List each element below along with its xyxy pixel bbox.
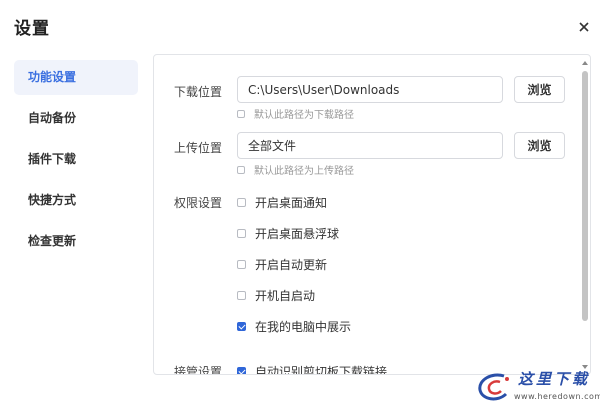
takeover-settings-label: 接管设置	[174, 365, 223, 375]
watermark-logo-icon	[478, 373, 509, 401]
scroll-up-arrow-icon[interactable]	[582, 61, 588, 65]
download-location-label: 下载位置	[174, 85, 223, 99]
panel-scrollbar[interactable]	[581, 61, 589, 369]
sidebar-item-plugin-download[interactable]: 插件下载	[14, 142, 138, 177]
sidebar-item-shortcuts[interactable]: 快捷方式	[14, 183, 138, 218]
sidebar-item-function-settings[interactable]: 功能设置	[14, 60, 138, 95]
takeover-option-clipboard-links[interactable]: 自动识别剪切板下载链接	[237, 363, 388, 375]
checkbox-icon	[237, 229, 246, 238]
download-default-checkbox[interactable]: 默认此路径为下载路径	[237, 106, 354, 121]
watermark-url: www.heredown.com	[514, 392, 600, 401]
checkbox-icon	[237, 165, 245, 174]
download-browse-button[interactable]: 浏览	[514, 76, 565, 103]
checkbox-icon	[237, 260, 246, 269]
close-button[interactable]	[576, 19, 592, 35]
permission-option-floating-ball[interactable]: 开启桌面悬浮球	[237, 225, 339, 242]
watermark-text: 这里下载	[518, 370, 591, 388]
dialog-title: 设置	[14, 19, 50, 39]
upload-browse-button[interactable]: 浏览	[514, 132, 565, 159]
upload-default-checkbox[interactable]: 默认此路径为上传路径	[237, 162, 354, 177]
permission-option-desktop-notify[interactable]: 开启桌面通知	[237, 194, 327, 211]
permission-option-label: 开启桌面悬浮球	[255, 227, 340, 241]
checkbox-checked-icon	[237, 367, 246, 374]
settings-dialog: 设置 功能设置 自动备份 插件下载 快捷方式 检查更新 下载位置 浏览 默认此路…	[0, 0, 600, 407]
settings-panel: 下载位置 浏览 默认此路径为下载路径 上传位置 浏览 默认此路径为上传路径 权限…	[153, 54, 591, 375]
site-watermark: 这里下载 www.heredown.com	[470, 368, 600, 405]
upload-path-input[interactable]	[237, 132, 503, 159]
takeover-option-label: 自动识别剪切板下载链接	[255, 365, 388, 375]
close-icon	[579, 22, 589, 32]
upload-default-label: 默认此路径为上传路径	[254, 166, 354, 177]
checkbox-icon	[237, 109, 245, 118]
sidebar-item-auto-backup[interactable]: 自动备份	[14, 101, 138, 136]
permission-option-autostart[interactable]: 开机自启动	[237, 287, 315, 304]
permission-option-label: 开启桌面通知	[255, 196, 328, 210]
permission-option-label: 在我的电脑中展示	[255, 320, 352, 334]
download-default-label: 默认此路径为下载路径	[254, 110, 354, 121]
permission-option-label: 开启自动更新	[255, 258, 328, 272]
checkbox-icon	[237, 291, 246, 300]
sidebar-item-check-update[interactable]: 检查更新	[14, 224, 138, 259]
checkbox-icon	[237, 198, 246, 207]
upload-location-label: 上传位置	[174, 141, 223, 155]
settings-sidebar: 功能设置 自动备份 插件下载 快捷方式 检查更新	[14, 60, 138, 265]
permission-option-auto-update[interactable]: 开启自动更新	[237, 256, 327, 273]
checkbox-checked-icon	[237, 322, 246, 331]
download-path-input[interactable]	[237, 76, 503, 103]
permission-settings-label: 权限设置	[174, 196, 223, 210]
scroll-thumb[interactable]	[582, 71, 588, 321]
permission-option-show-in-my-computer[interactable]: 在我的电脑中展示	[237, 318, 351, 335]
permission-option-label: 开机自启动	[255, 289, 316, 303]
